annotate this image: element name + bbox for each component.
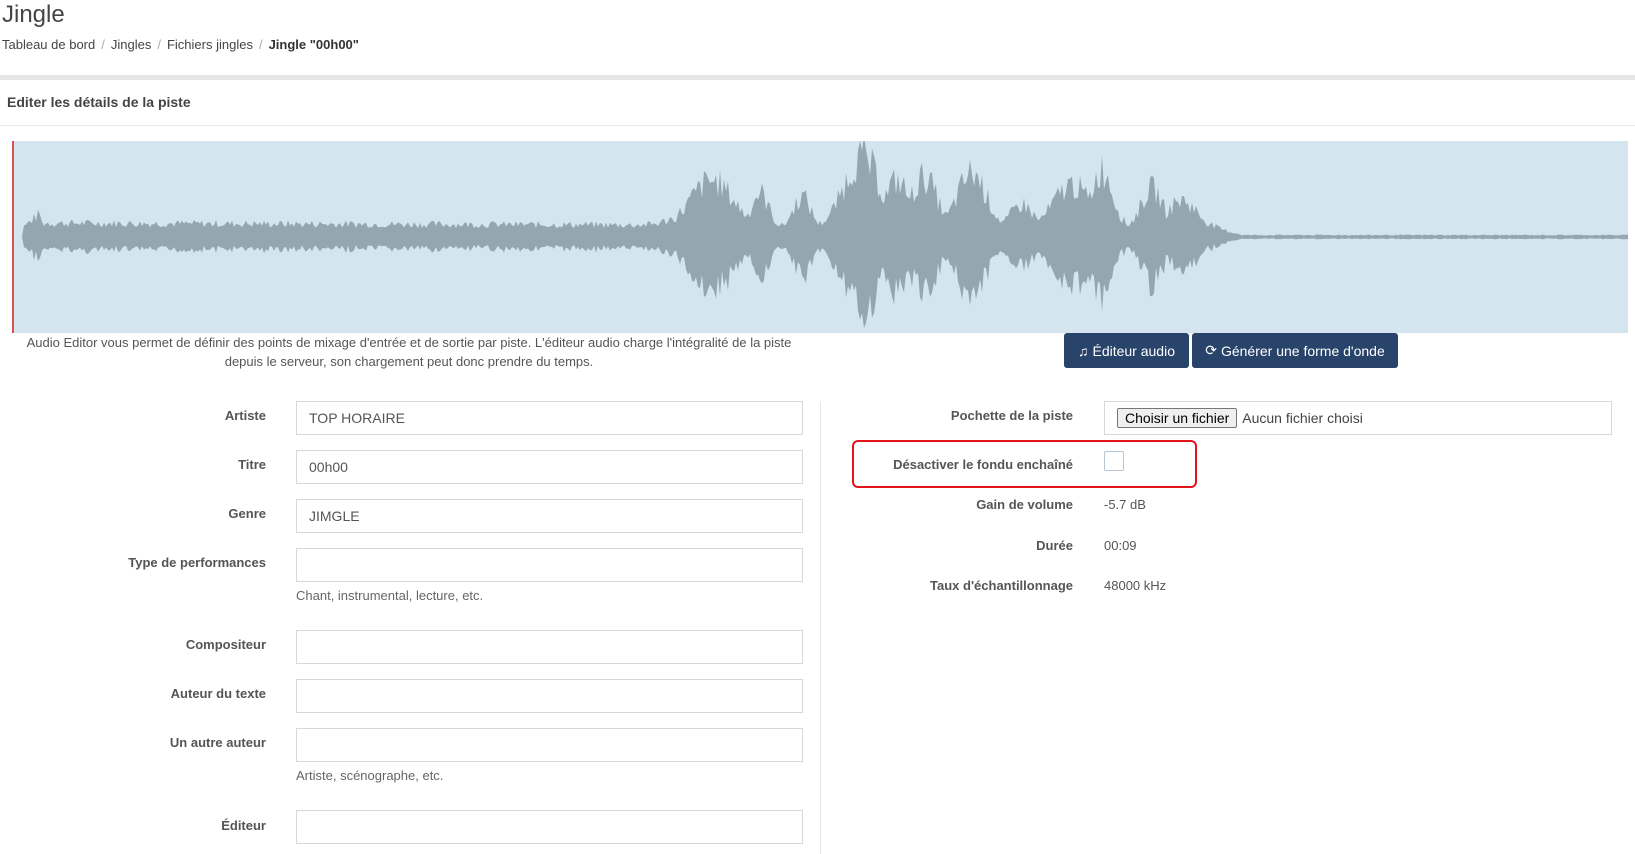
duration-value: 00:09 <box>1104 538 1137 553</box>
choose-file-button[interactable]: Choisir un fichier <box>1117 408 1238 428</box>
audio-editor-help: Audio Editor vous permet de définir des … <box>26 335 792 369</box>
performance-type-label: Type de performances <box>128 555 266 570</box>
title-label: Titre <box>238 457 266 472</box>
breadcrumb-dashboard[interactable]: Tableau de bord <box>2 37 95 52</box>
artwork-file-input[interactable]: Choisir un fichier Aucun fichier choisi <box>1104 401 1612 435</box>
audio-editor-button[interactable]: ♫ Éditeur audio <box>1064 333 1189 368</box>
lyricist-input[interactable] <box>296 679 803 713</box>
performance-type-help: Chant, instrumental, lecture, etc. <box>296 588 484 603</box>
genre-label: Genre <box>228 506 266 521</box>
breadcrumb-jingles[interactable]: Jingles <box>111 37 151 52</box>
genre-input[interactable]: JIMGLE <box>296 499 803 533</box>
audio-editor-button-label: Éditeur audio <box>1092 342 1175 359</box>
other-author-help: Artiste, scénographe, etc. <box>296 768 444 783</box>
sample-rate-label: Taux d'échantillonnage <box>930 578 1073 593</box>
panel-divider <box>0 125 1635 126</box>
music-icon: ♫ <box>1077 342 1089 359</box>
publisher-label: Éditeur <box>221 818 266 833</box>
composer-label: Compositeur <box>185 637 266 652</box>
playhead-marker[interactable] <box>12 141 14 333</box>
artwork-label: Pochette de la piste <box>950 408 1073 423</box>
panel-title: Editer les détails de la piste <box>7 94 191 110</box>
lyricist-label: Auteur du texte <box>170 686 266 701</box>
artist-label: Artiste <box>224 408 266 423</box>
breadcrumb-jingle-files[interactable]: Fichiers jingles <box>167 37 253 52</box>
volume-gain-value: -5.7 dB <box>1104 497 1146 512</box>
publisher-input[interactable] <box>296 810 803 844</box>
generate-waveform-button[interactable]: ⟳ Générer une forme d'onde <box>1192 333 1398 368</box>
volume-gain-label: Gain de volume <box>976 497 1073 512</box>
other-author-input[interactable] <box>296 728 803 762</box>
artist-input[interactable]: TOP HORAIRE <box>296 401 803 435</box>
file-status: Aucun fichier choisi <box>1242 410 1363 426</box>
waveform-graphic <box>12 141 1628 328</box>
page-title: Jingle <box>2 1 65 28</box>
column-divider <box>820 402 821 854</box>
sample-rate-value: 48000 kHz <box>1104 578 1167 593</box>
breadcrumb: Tableau de bord / Jingles / Fichiers jingles… <box>2 37 359 52</box>
composer-input[interactable] <box>296 630 803 664</box>
highlight-annotation <box>852 440 1197 488</box>
header-divider <box>0 75 1635 80</box>
waveform-shape <box>12 141 1628 328</box>
waveform[interactable] <box>12 141 1628 333</box>
refresh-icon: ⟳ <box>1205 342 1217 358</box>
title-input[interactable]: 00h00 <box>296 450 803 484</box>
duration-label: Durée <box>1036 538 1073 553</box>
generate-waveform-button-label: Générer une forme d'onde <box>1220 342 1385 359</box>
other-author-label: Un autre auteur <box>169 735 266 750</box>
breadcrumb-current: Jingle "00h00" <box>268 37 359 52</box>
performance-type-input[interactable] <box>296 548 803 582</box>
